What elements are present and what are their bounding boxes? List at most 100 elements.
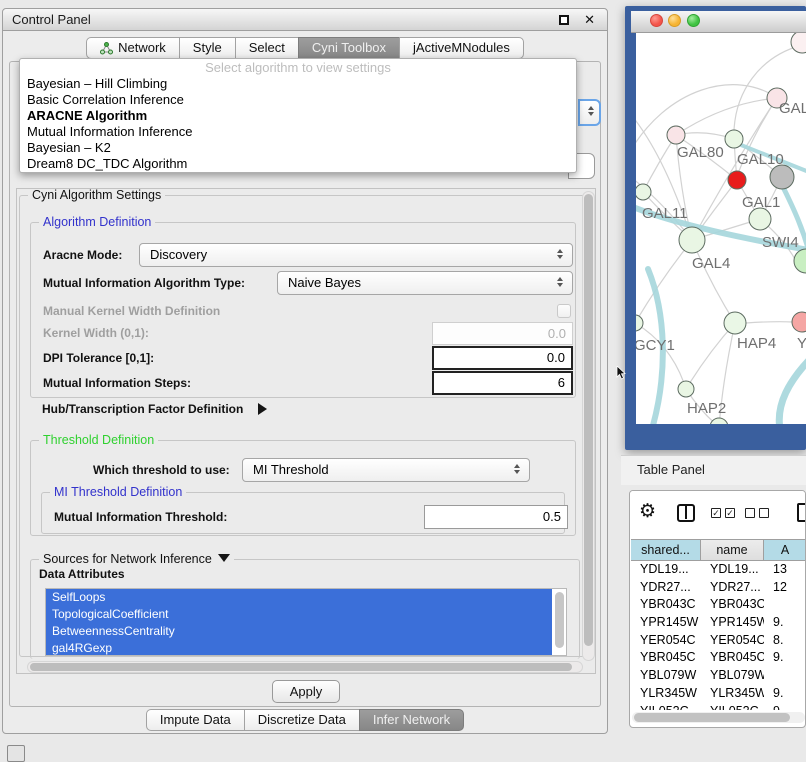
collapsed-panel-button[interactable] <box>7 745 25 762</box>
algorithm-combo-arrow-fragment[interactable] <box>578 99 601 126</box>
network-node-top-right[interactable] <box>791 33 806 53</box>
network-node-salmon[interactable] <box>792 312 806 332</box>
algorithm-option-bayesian-k2[interactable]: Bayesian – K2 <box>20 140 576 156</box>
manual-kernel-checkbox[interactable] <box>557 304 571 318</box>
mi-algorithm-type-select[interactable]: Naive Bayes <box>277 271 573 295</box>
table-row[interactable]: YER054CYER054C8. <box>631 632 806 650</box>
table-row[interactable]: YLR345WYLR345W9. <box>631 685 806 703</box>
table-cell[interactable]: YBR043C <box>631 596 701 614</box>
hub-definition-expander[interactable]: Hub/Transcription Factor Definition <box>42 400 267 418</box>
settings-horizontal-scrollbar[interactable] <box>27 661 583 673</box>
network-node-gcy1[interactable] <box>636 315 643 331</box>
table-cell[interactable]: YLR345W <box>701 685 764 703</box>
table-cell[interactable]: YDR27... <box>631 579 701 597</box>
float-window-icon[interactable] <box>559 15 569 25</box>
table-cell[interactable]: YBR045C <box>631 649 701 667</box>
network-node-gal4[interactable] <box>679 227 705 253</box>
network-node-right-green[interactable] <box>794 249 806 273</box>
network-node-hap4[interactable] <box>724 312 746 334</box>
algorithm-option-mutual-information-inference[interactable]: Mutual Information Inference <box>20 124 576 140</box>
table-cell[interactable]: YIL052C <box>701 703 764 711</box>
expander-collapsed-icon[interactable] <box>258 403 267 415</box>
algorithm-option-basic-correlation-inference[interactable]: Basic Correlation Inference <box>20 92 576 108</box>
data-attribute-item-topologicalcoefficient[interactable]: TopologicalCoefficient <box>46 606 552 623</box>
network-node-gray[interactable] <box>770 165 794 189</box>
bottom-tab-infer-network[interactable]: Infer Network <box>359 709 464 731</box>
table-cell[interactable]: YER054C <box>701 632 764 650</box>
table-cell[interactable]: 9. <box>764 685 806 703</box>
data-attribute-item-gal4rgexp[interactable]: gal4RGexp <box>46 640 552 656</box>
table-cell[interactable]: YER054C <box>631 632 701 650</box>
table-cell[interactable]: YBL079W <box>631 667 701 685</box>
control-panel-titlebar[interactable]: Control Panel ✕ <box>3 9 607 31</box>
table-row[interactable]: YIL052CYIL052C9. <box>631 703 806 711</box>
table-cell[interactable]: 13 <box>764 561 806 579</box>
network-node-gal1[interactable] <box>749 208 771 230</box>
close-traffic-light-icon[interactable] <box>650 14 663 27</box>
table-cell[interactable] <box>764 667 806 685</box>
tab-cyni-toolbox[interactable]: Cyni Toolbox <box>298 37 400 59</box>
data-attributes-list[interactable]: SelfLoopsTopologicalCoefficientBetweenne… <box>45 588 567 656</box>
scrollbar-thumb[interactable] <box>30 663 572 671</box>
tab-network[interactable]: Network <box>86 37 180 59</box>
table-cell[interactable]: YPR145W <box>631 614 701 632</box>
table-row[interactable]: YDL19...YDL19...13 <box>631 561 806 579</box>
table-cell[interactable]: 9. <box>764 649 806 667</box>
table-horizontal-scrollbar[interactable] <box>632 712 805 723</box>
network-edge[interactable] <box>692 240 735 323</box>
network-edge-highlighted[interactable] <box>779 355 806 424</box>
mi-threshold-field[interactable]: 0.5 <box>424 505 568 529</box>
deselect-all-columns-icon[interactable] <box>745 508 769 518</box>
network-graph[interactable]: GALGAL80GAL10GAL1GAL11SWI4GAL4GCY1HAP4YH… <box>636 33 806 424</box>
table-cell[interactable]: YDL19... <box>701 561 764 579</box>
data-attribute-item-betweennesscentrality[interactable]: BetweennessCentrality <box>46 623 552 640</box>
network-node-gal80[interactable] <box>667 126 685 144</box>
table-cell[interactable]: 9. <box>764 703 806 711</box>
list-scrollbar-thumb[interactable] <box>555 592 564 648</box>
network-view-window[interactable]: GALGAL80GAL10GAL1GAL11SWI4GAL4GCY1HAP4YH… <box>625 6 806 450</box>
column-layout-icon[interactable] <box>677 504 695 522</box>
algorithm-option-bayesian-hill-climbing[interactable]: Bayesian – Hill Climbing <box>20 76 576 92</box>
mi-steps-field[interactable]: 6 <box>432 371 573 395</box>
zoom-traffic-light-icon[interactable] <box>687 14 700 27</box>
table-row[interactable]: YPR145WYPR145W9. <box>631 614 806 632</box>
minimize-traffic-light-icon[interactable] <box>668 14 681 27</box>
gear-icon[interactable]: ⚙ <box>639 500 656 523</box>
table-cell[interactable]: YBR045C <box>701 649 764 667</box>
network-node-gal10[interactable] <box>725 130 743 148</box>
table-cell[interactable]: 12 <box>764 579 806 597</box>
tab-style[interactable]: Style <box>179 37 236 59</box>
network-node-bottom[interactable] <box>710 418 728 424</box>
algorithm-option-aracne-algorithm[interactable]: ARACNE Algorithm <box>20 108 576 124</box>
table-row[interactable]: YBR043CYBR043C <box>631 596 806 614</box>
table-row[interactable]: YBR045CYBR045C9. <box>631 649 806 667</box>
network-edge[interactable] <box>746 322 793 323</box>
algorithm-option-dream8-dc-tdc-algorithm[interactable]: Dream8 DC_TDC Algorithm <box>20 156 576 172</box>
table-row[interactable]: YDR27...YDR27...12 <box>631 579 806 597</box>
scrollbar-thumb[interactable] <box>584 194 593 646</box>
column-header-shared[interactable]: shared... <box>631 539 701 561</box>
dpi-tolerance-field[interactable]: 0.0 <box>432 346 573 370</box>
which-threshold-select[interactable]: MI Threshold <box>242 458 530 482</box>
expander-expanded-icon[interactable] <box>218 554 230 562</box>
settings-vertical-scrollbar[interactable] <box>582 191 595 661</box>
kernel-width-field[interactable]: 0.0 <box>432 322 573 345</box>
select-all-columns-icon[interactable]: ✓✓ <box>711 508 735 518</box>
scrollbar-thumb[interactable] <box>634 713 790 722</box>
table-row[interactable]: YBL079WYBL079W <box>631 667 806 685</box>
apply-button[interactable]: Apply <box>272 680 340 703</box>
network-node-red[interactable] <box>728 171 746 189</box>
close-icon[interactable]: ✕ <box>584 9 595 31</box>
network-edge[interactable] <box>734 45 802 130</box>
table-cell[interactable]: 8. <box>764 632 806 650</box>
aracne-mode-select[interactable]: Discovery <box>139 243 573 267</box>
table-cell[interactable]: YDL19... <box>631 561 701 579</box>
network-edge[interactable] <box>676 98 777 135</box>
network-canvas[interactable]: GALGAL80GAL10GAL1GAL11SWI4GAL4GCY1HAP4YH… <box>636 33 806 424</box>
table-cell[interactable]: YIL052C <box>631 703 701 711</box>
table-cell[interactable]: YPR145W <box>701 614 764 632</box>
network-window-titlebar[interactable] <box>631 11 806 33</box>
column-header-a[interactable]: A <box>764 539 806 561</box>
network-node-gal11[interactable] <box>636 184 651 200</box>
bottom-tab-discretize-data[interactable]: Discretize Data <box>244 709 360 731</box>
